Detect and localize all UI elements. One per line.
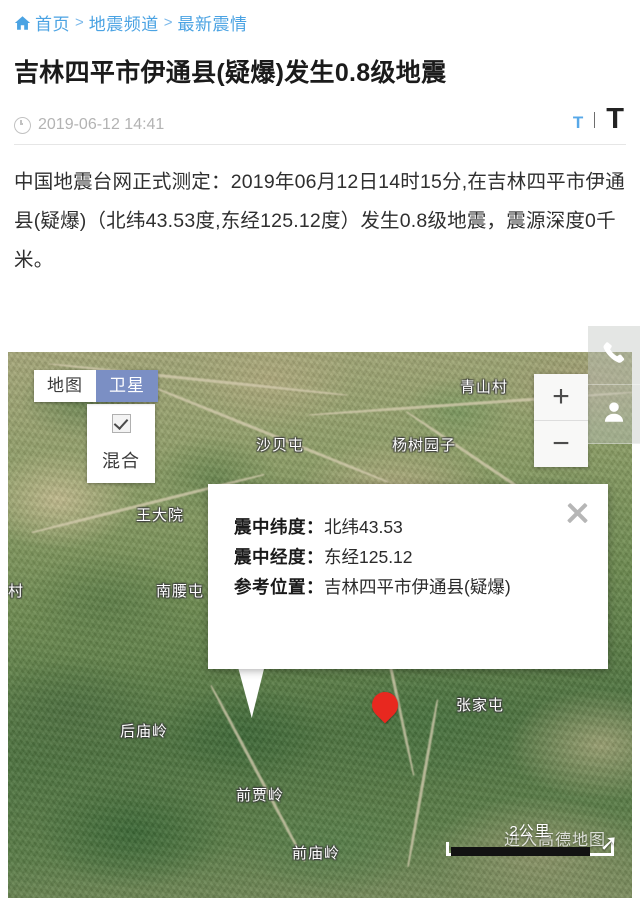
breadcrumb-separator: > xyxy=(75,13,84,31)
info-value-location: 吉林四平市伊通县(疑爆) xyxy=(324,577,511,598)
map-scale-bar: 2公里 xyxy=(446,820,614,856)
info-label-location: 参考位置： xyxy=(234,577,324,598)
floating-action-buttons[interactable] xyxy=(588,326,640,444)
close-icon[interactable] xyxy=(564,500,590,526)
font-size-large-button[interactable]: T xyxy=(604,105,626,134)
info-row-location: 参考位置：吉林四平市伊通县(疑爆) xyxy=(234,572,608,602)
info-label-latitude: 震中纬度： xyxy=(234,517,324,537)
phone-button[interactable] xyxy=(588,326,640,385)
zoom-out-button[interactable]: − xyxy=(534,421,588,467)
hybrid-checkbox[interactable] xyxy=(111,414,131,433)
hybrid-label[interactable]: 混合 xyxy=(87,447,155,473)
breadcrumb-item-latest[interactable]: 最新震情 xyxy=(178,10,248,35)
page-title: 吉林四平市伊通县(疑爆)发生0.8级地震 xyxy=(14,59,447,87)
map-scale-line xyxy=(446,842,614,856)
breadcrumb: 首页 > 地震频道 > 最新震情 xyxy=(0,0,640,36)
map-expand-arrow-icon[interactable]: ➚ xyxy=(600,832,618,854)
info-value-longitude: 东经125.12 xyxy=(324,547,413,568)
publish-time-text: 2019-06-12 14:41 xyxy=(38,116,165,134)
map-zoom-controls[interactable]: + − xyxy=(534,374,588,467)
map-type-button-map[interactable]: 地图 xyxy=(34,370,96,402)
info-popup: 震中纬度：北纬43.53 震中经度：东经125.12 参考位置：吉林四平市伊通县… xyxy=(208,484,608,669)
publish-time: 2019-06-12 14:41 xyxy=(14,116,164,134)
info-label-longitude: 震中经度： xyxy=(234,547,324,568)
map-scale-text: 2公里 xyxy=(509,823,551,840)
breadcrumb-separator: > xyxy=(163,13,173,31)
zoom-in-button[interactable]: + xyxy=(534,374,588,421)
clock-icon xyxy=(14,116,31,134)
home-icon xyxy=(14,15,31,31)
user-button[interactable] xyxy=(588,385,640,444)
info-row-latitude: 震中纬度：北纬43.53 xyxy=(234,512,608,542)
article-meta-row: 2019-06-12 14:41 T T xyxy=(14,105,626,146)
info-row-longitude: 震中经度：东经125.12 xyxy=(234,542,608,572)
font-size-divider xyxy=(594,111,596,128)
article-body: 中国地震台网正式测定：2019年06月12日14时15分,在吉林四平市伊通县(疑… xyxy=(14,171,625,272)
breadcrumb-item-home[interactable]: 首页 xyxy=(35,10,70,35)
font-size-controls: T T xyxy=(571,105,626,134)
font-size-small-button[interactable]: T xyxy=(571,114,585,131)
map-type-switcher[interactable]: 地图 卫星 xyxy=(34,370,158,402)
map-type-panel[interactable]: 混合 xyxy=(87,404,155,483)
map-type-button-satellite[interactable]: 卫星 xyxy=(96,370,158,402)
article-header: 吉林四平市伊通县(疑爆)发生0.8级地震 2019-06-12 14:41 T … xyxy=(0,36,640,146)
phone-icon xyxy=(601,340,627,371)
info-value-latitude: 北纬43.53 xyxy=(324,517,403,537)
user-icon xyxy=(601,399,627,430)
breadcrumb-item-channel[interactable]: 地震频道 xyxy=(89,10,159,35)
